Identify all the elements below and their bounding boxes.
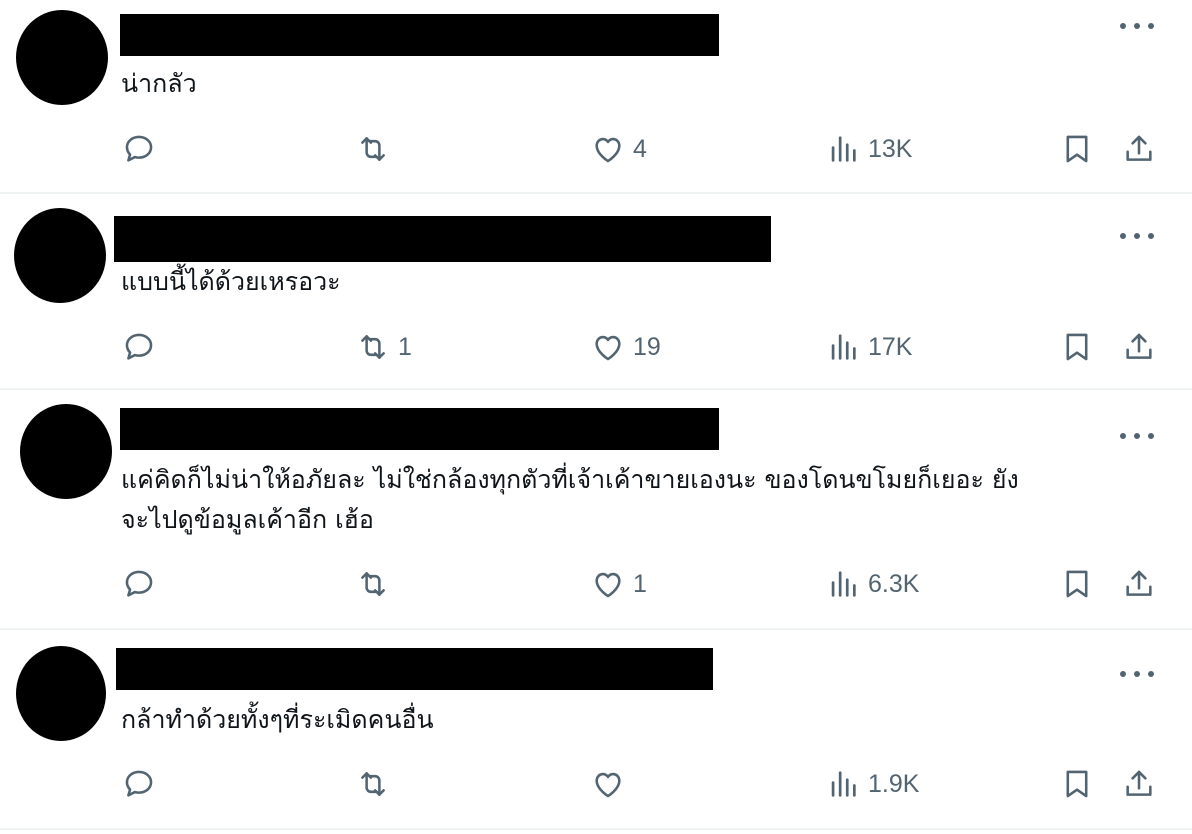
like-button[interactable]: 19 xyxy=(591,327,661,367)
action-bar: 4 13K xyxy=(0,129,1192,169)
avatar[interactable] xyxy=(16,10,108,105)
like-button[interactable]: 1 xyxy=(591,564,647,604)
bookmark-icon xyxy=(1066,770,1088,798)
more-options-button[interactable] xyxy=(1120,14,1154,38)
views-count: 13K xyxy=(868,134,913,163)
more-dot xyxy=(1148,23,1154,29)
share-button[interactable] xyxy=(1122,564,1156,604)
share-button[interactable] xyxy=(1122,129,1156,169)
like-button[interactable] xyxy=(591,764,633,804)
bookmark-button[interactable] xyxy=(1060,327,1094,367)
reply-post[interactable]: น่ากลัว 4 13K xyxy=(0,0,1192,194)
views-button[interactable]: 13K xyxy=(826,129,912,169)
more-dot xyxy=(1134,233,1140,239)
repost-arrows-icon xyxy=(361,335,385,359)
bookmark-button[interactable] xyxy=(1060,564,1094,604)
views-count: 17K xyxy=(868,332,913,361)
action-bar: 1 19 17K xyxy=(0,327,1192,367)
more-dot xyxy=(1120,233,1126,239)
repost-arrows-icon xyxy=(361,572,385,596)
like-count: 4 xyxy=(633,134,647,163)
post-text-line-2: จะไปดูข้อมูลเค้าอีก เฮ้อ xyxy=(121,505,374,534)
more-dot xyxy=(1148,671,1154,677)
bookmark-icon xyxy=(1066,135,1088,163)
repost-count: 1 xyxy=(398,332,412,361)
repost-arrows-icon xyxy=(361,137,385,161)
bookmark-icon xyxy=(1066,333,1088,361)
redacted-username xyxy=(116,648,713,690)
more-dot xyxy=(1120,433,1126,439)
views-button[interactable]: 6.3K xyxy=(826,564,919,604)
repost-button[interactable] xyxy=(356,764,398,804)
reply-button[interactable] xyxy=(122,764,164,804)
repost-button[interactable] xyxy=(356,129,398,169)
action-bar: 1.9K xyxy=(0,764,1192,804)
more-dot xyxy=(1134,23,1140,29)
heart-icon xyxy=(595,335,621,361)
like-count: 1 xyxy=(633,569,647,598)
more-dot xyxy=(1120,671,1126,677)
views-count: 1.9K xyxy=(868,769,920,798)
post-text: น่ากลัว xyxy=(121,69,197,98)
avatar[interactable] xyxy=(14,208,106,303)
redacted-username xyxy=(114,216,771,262)
share-upload-icon xyxy=(1126,135,1152,161)
speech-bubble-icon xyxy=(125,333,153,360)
more-options-button[interactable] xyxy=(1120,224,1154,248)
repost-button[interactable] xyxy=(356,564,398,604)
avatar[interactable] xyxy=(20,404,112,499)
bookmark-icon xyxy=(1066,570,1088,598)
bookmark-button[interactable] xyxy=(1060,129,1094,169)
bar-chart-icon xyxy=(831,571,856,597)
share-upload-icon xyxy=(1126,770,1152,796)
reply-post[interactable]: แบบนี้ได้ด้วยเหรอวะ 1 19 17K xyxy=(0,194,1192,390)
reply-feed: น่ากลัว 4 13K แบบนี้ได้ด้วยเหรอวะ 1 19 1… xyxy=(0,0,1192,834)
heart-icon xyxy=(595,772,621,798)
more-dot xyxy=(1134,671,1140,677)
heart-icon xyxy=(595,572,621,598)
bar-chart-icon xyxy=(831,136,856,162)
like-button[interactable]: 4 xyxy=(591,129,647,169)
post-text: แบบนี้ได้ด้วยเหรอวะ xyxy=(121,267,341,296)
speech-bubble-icon xyxy=(125,570,153,597)
share-upload-icon xyxy=(1126,333,1152,359)
bookmark-button[interactable] xyxy=(1060,764,1094,804)
repost-arrows-icon xyxy=(361,772,385,796)
reply-post[interactable]: แค่คิดก็ไม่น่าให้อภัยละ ไม่ใช่กล้องทุกตั… xyxy=(0,390,1192,630)
action-bar: 1 6.3K xyxy=(0,564,1192,604)
views-button[interactable]: 17K xyxy=(826,327,912,367)
bar-chart-icon xyxy=(831,334,856,360)
views-button[interactable]: 1.9K xyxy=(826,764,919,804)
share-upload-icon xyxy=(1126,570,1152,596)
more-dot xyxy=(1120,23,1126,29)
reply-post[interactable]: กล้าทำด้วยทั้งๆที่ระเมิดคนอื่น 1.9K xyxy=(0,630,1192,830)
reply-button[interactable] xyxy=(122,327,164,367)
speech-bubble-icon xyxy=(125,135,153,162)
share-button[interactable] xyxy=(1122,327,1156,367)
post-text-line-1: แค่คิดก็ไม่น่าให้อภัยละ ไม่ใช่กล้องทุกตั… xyxy=(121,465,1019,494)
more-options-button[interactable] xyxy=(1120,424,1154,448)
post-text: กล้าทำด้วยทั้งๆที่ระเมิดคนอื่น xyxy=(121,705,434,734)
more-options-button[interactable] xyxy=(1120,662,1154,686)
reply-button[interactable] xyxy=(122,129,164,169)
like-count: 19 xyxy=(633,332,661,361)
speech-bubble-icon xyxy=(125,770,153,797)
avatar[interactable] xyxy=(16,646,106,741)
more-dot xyxy=(1148,433,1154,439)
repost-button[interactable]: 1 xyxy=(356,327,412,367)
share-button[interactable] xyxy=(1122,764,1156,804)
more-dot xyxy=(1134,433,1140,439)
reply-button[interactable] xyxy=(122,564,164,604)
more-dot xyxy=(1148,233,1154,239)
redacted-username xyxy=(120,14,719,56)
views-count: 6.3K xyxy=(868,569,920,598)
heart-icon xyxy=(595,137,621,163)
redacted-username xyxy=(120,408,719,450)
bar-chart-icon xyxy=(831,771,856,797)
